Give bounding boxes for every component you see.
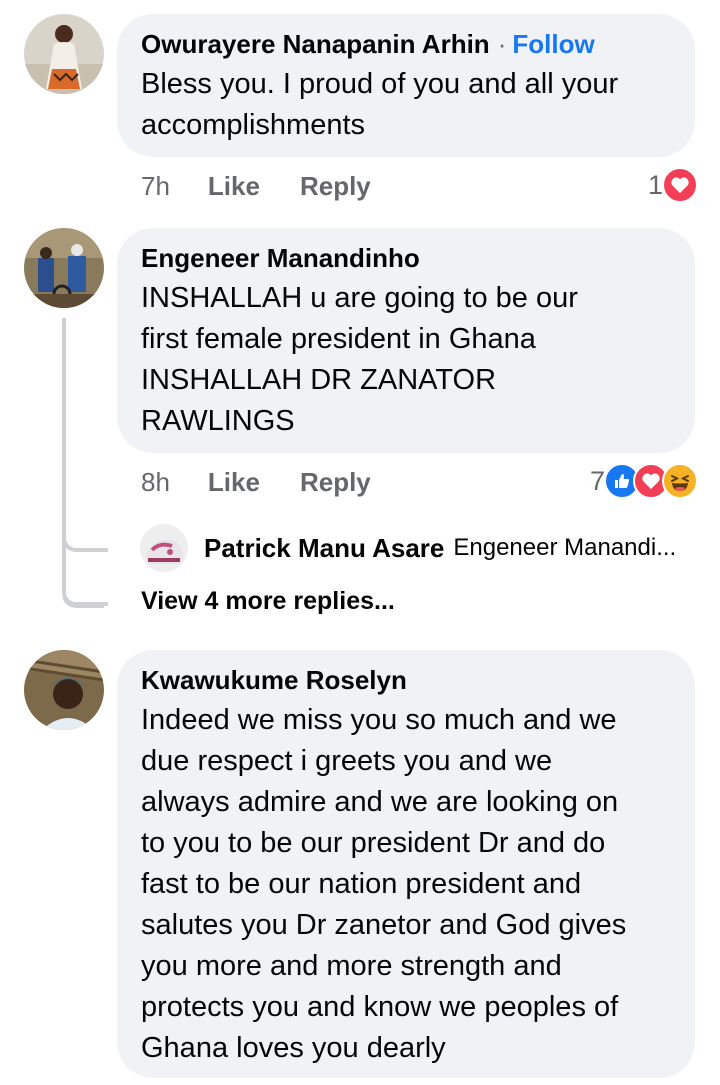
comment-author[interactable]: Engeneer Manandinho [141,243,420,273]
reply-button[interactable]: Reply [300,467,371,498]
like-button[interactable]: Like [208,467,260,498]
comment-text: Bless you. I proud of you and all your a… [141,68,619,141]
comment-actions: 8h Like Reply [141,462,371,502]
reply-snippet: Engeneer Manandi... [453,534,677,561]
reaction-count: 7 [589,465,605,496]
separator-dot: · [497,29,507,59]
reply-avatar[interactable] [140,524,188,572]
comment-bubble: Engeneer Manandinho INSHALLAH u are goin… [117,228,695,453]
like-button[interactable]: Like [208,171,260,202]
comment-text: Indeed we miss you so much and we due re… [141,704,627,1064]
thread-line [62,318,66,526]
comment-author[interactable]: Kwawukume Roselyn [141,665,407,695]
avatar[interactable] [24,228,104,308]
avatar[interactable] [24,14,104,94]
comment-bubble: Kwawukume Roselyn Indeed we miss you so … [117,650,695,1078]
comment-header: Owurayere Nanapanin Arhin · Follow [141,24,669,64]
love-icon [662,167,698,203]
comment-timestamp[interactable]: 8h [141,467,170,498]
comment-timestamp[interactable]: 7h [141,171,170,202]
comment-bubble: Owurayere Nanapanin Arhin · Follow Bless y… [117,14,695,157]
comment-header: Engeneer Manandinho [141,238,669,278]
follow-button[interactable]: Follow [512,29,594,59]
reply-preview[interactable]: Patrick Manu Asare Engeneer Manandi... [140,522,676,574]
reply-button[interactable]: Reply [300,171,371,202]
reaction-summary[interactable]: 1 [648,165,698,205]
reaction-count: 1 [647,169,663,200]
comment-author[interactable]: Owurayere Nanapanin Arhin [141,29,490,59]
thread-connector [62,520,108,552]
reaction-summary[interactable]: 7 [590,461,698,501]
view-more-replies-link[interactable]: View 4 more replies... [141,587,395,616]
avatar[interactable] [24,650,104,730]
reply-author[interactable]: Patrick Manu Asare [204,533,444,564]
haha-icon [662,463,698,499]
comment-text: INSHALLAH u are going to be our first fe… [141,282,578,437]
thread-connector [62,580,108,606]
comment-actions: 7h Like Reply [141,166,371,206]
comment-header: Kwawukume Roselyn [141,660,669,700]
